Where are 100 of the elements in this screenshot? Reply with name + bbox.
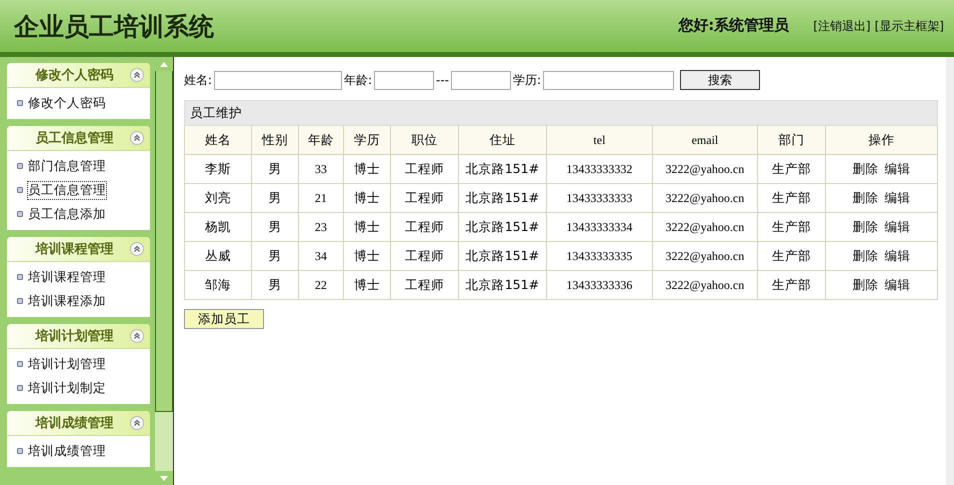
table-cell: 工程师 [390, 184, 458, 212]
table-cell: 3222@yahoo.cn [652, 242, 758, 270]
table-cell: 3222@yahoo.cn [652, 184, 758, 212]
age-to-field[interactable] [451, 70, 511, 90]
action-link[interactable]: 删除 [852, 276, 878, 292]
table-cell: 3222@yahoo.cn [652, 270, 758, 300]
add-employee-button[interactable]: 添加员工 [184, 309, 264, 329]
scrollbar-thumb[interactable] [155, 71, 173, 412]
table-cell: 博士 [343, 212, 390, 242]
table-cell: 丛威 [184, 242, 252, 270]
field-label: 学历: [513, 72, 542, 88]
panel-title: 培训成绩管理 [36, 414, 114, 432]
column-header: 性别 [251, 126, 298, 154]
table-cell: 生产部 [757, 270, 826, 300]
menu-item[interactable]: 培训课程添加 [28, 292, 106, 310]
table-cell: 生产部 [757, 154, 826, 184]
action-link[interactable]: 编辑 [884, 160, 910, 176]
table-cell: 3222@yahoo.cn [652, 212, 758, 242]
panel-title: 培训课程管理 [36, 240, 114, 258]
table-cell: 21 [298, 184, 344, 212]
bullet-icon [17, 211, 23, 217]
table-cell: 博士 [343, 270, 390, 300]
search-button[interactable]: 搜索 [680, 70, 760, 90]
scrollbar[interactable] [155, 57, 174, 485]
header-link[interactable]: [注销退出] [813, 18, 871, 34]
bullet-icon [17, 298, 23, 304]
action-link[interactable]: 编辑 [884, 190, 910, 204]
table-cell: 男 [251, 212, 298, 242]
panel-title: 培训计划管理 [36, 328, 114, 345]
collapse-icon[interactable] [130, 131, 144, 145]
column-header: 操作 [825, 126, 938, 154]
table-cell: 男 [251, 270, 298, 300]
table-cell: 北京路151# [458, 242, 546, 270]
table-cell: 博士 [343, 184, 390, 212]
collapse-icon[interactable] [130, 68, 144, 82]
column-header: 姓名 [184, 126, 252, 154]
table-cell: 北京路151# [458, 184, 546, 212]
age-from-field[interactable] [374, 70, 434, 90]
table-cell: 34 [298, 242, 344, 270]
app-title: 企业员工培训系统 [14, 10, 215, 42]
panel-title: 修改个人密码 [36, 66, 114, 84]
menu-item[interactable]: 员工信息添加 [28, 206, 106, 222]
panel-title: 员工信息管理 [36, 130, 114, 147]
table-cell: 13433333333 [546, 184, 652, 212]
collapse-icon[interactable] [130, 329, 144, 343]
table-cell: 工程师 [390, 154, 458, 184]
table-cell: 北京路151# [458, 212, 546, 242]
table-cell: 13433333332 [546, 154, 652, 184]
table-cell: 33 [298, 154, 344, 184]
menu-item[interactable]: 培训课程管理 [28, 268, 106, 286]
table-cell: 北京路151# [458, 154, 546, 184]
menu-item[interactable]: 培训计划制定 [28, 380, 106, 396]
table-cell: 男 [251, 242, 298, 270]
action-link[interactable]: 编辑 [884, 276, 910, 292]
field-label: 姓名: [184, 72, 212, 88]
table-cell: 北京路151# [458, 270, 546, 300]
action-link[interactable]: 删除 [852, 190, 878, 204]
collapse-icon[interactable] [130, 416, 144, 430]
education-field[interactable] [543, 70, 674, 90]
greeting: 您好:系统管理员 [678, 16, 790, 34]
bullet-icon [17, 385, 23, 391]
table-cell: 博士 [343, 154, 390, 184]
bullet-icon [17, 100, 23, 106]
table-cell: 22 [298, 270, 344, 300]
name-field[interactable] [214, 70, 342, 90]
bullet-icon [17, 274, 23, 280]
action-link[interactable]: 编辑 [884, 218, 910, 234]
menu-item[interactable]: 修改个人密码 [28, 94, 106, 112]
table-cell: 生产部 [757, 184, 826, 212]
column-header: email [652, 126, 758, 154]
table-cell: 男 [251, 154, 298, 184]
table-caption: 员工维护 [184, 100, 938, 126]
bullet-icon [17, 163, 23, 169]
table-cell: 工程师 [390, 242, 458, 270]
action-link[interactable]: 删除 [852, 248, 878, 262]
bullet-icon [17, 187, 23, 193]
column-header: 职位 [390, 126, 458, 154]
menu-item[interactable]: 部门信息管理 [28, 158, 106, 174]
range-separator: --- [436, 73, 449, 87]
action-link[interactable]: 编辑 [884, 248, 910, 262]
action-link[interactable]: 删除 [852, 160, 878, 176]
table-cell: 生产部 [757, 242, 826, 270]
menu-item[interactable]: 培训成绩管理 [28, 442, 106, 460]
table-cell: 男 [251, 184, 298, 212]
table-cell: 3222@yahoo.cn [652, 154, 758, 184]
table-cell: 杨凯 [184, 212, 252, 242]
action-link[interactable]: 删除 [852, 218, 878, 234]
table-cell: 刘亮 [184, 184, 252, 212]
table-cell: 工程师 [390, 212, 458, 242]
collapse-icon[interactable] [130, 242, 144, 256]
table-cell: 李斯 [184, 154, 252, 184]
header-link[interactable]: [显示主框架] [874, 18, 944, 34]
menu-item[interactable]: 培训计划管理 [28, 356, 106, 372]
menu-item[interactable]: 员工信息管理 [28, 182, 106, 198]
column-header: 部门 [757, 126, 826, 154]
table-cell: 工程师 [390, 270, 458, 300]
table-cell: 博士 [343, 242, 390, 270]
table-cell: 13433333336 [546, 270, 652, 300]
table-cell: 邹海 [184, 270, 252, 300]
table-cell: 23 [298, 212, 344, 242]
